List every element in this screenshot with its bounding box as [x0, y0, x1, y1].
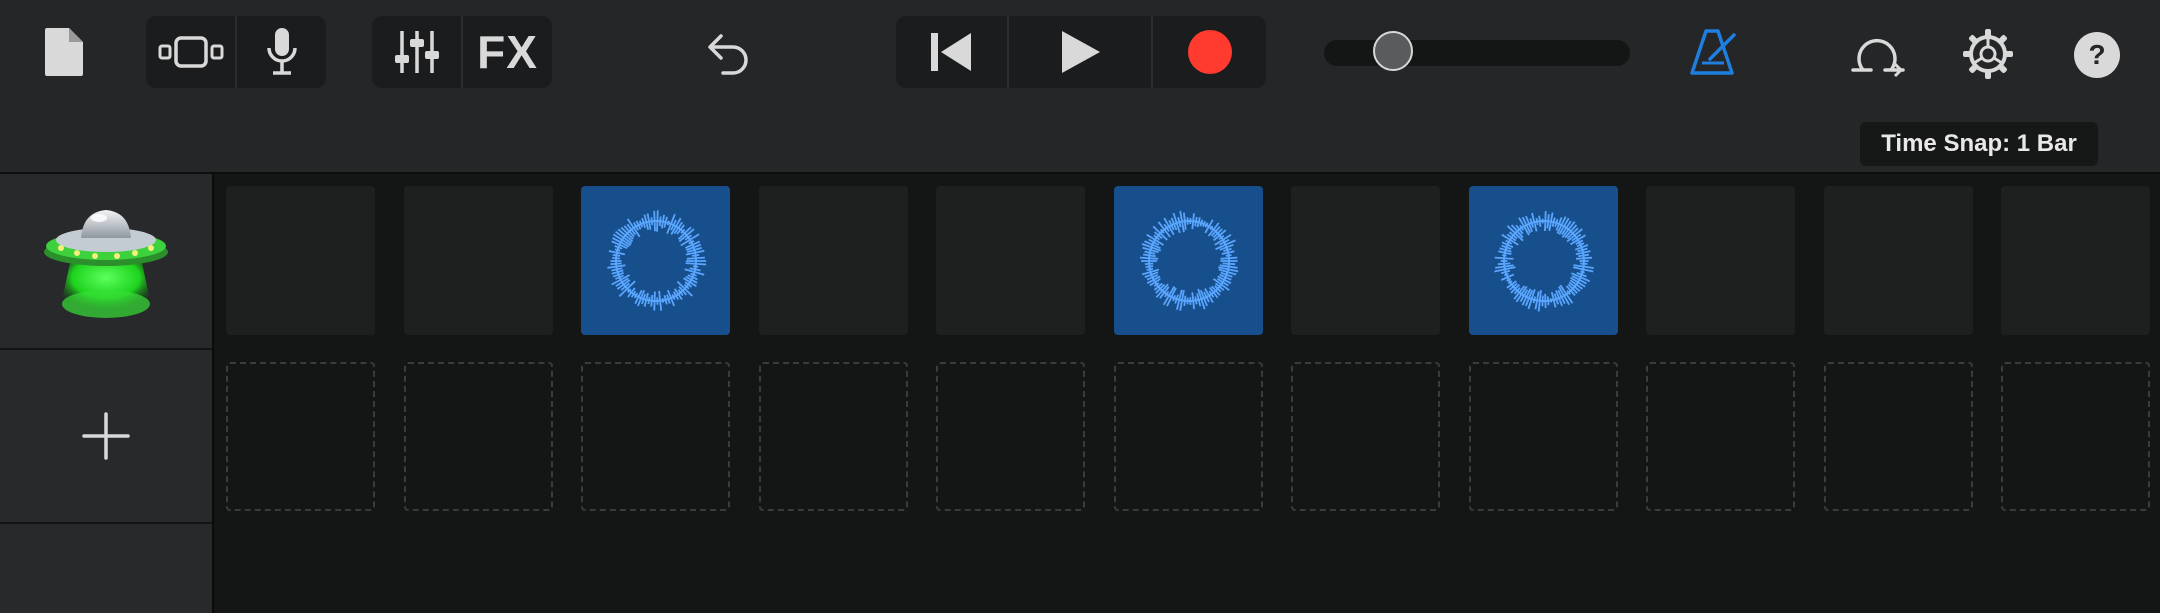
track-column-divider — [212, 174, 214, 613]
empty-slot[interactable] — [226, 362, 375, 511]
loop-cell[interactable] — [1469, 186, 1618, 335]
view-mic-group — [146, 16, 326, 88]
add-track-button[interactable] — [0, 350, 212, 524]
ufo-icon — [44, 210, 168, 318]
play-icon — [1062, 31, 1101, 73]
track-header-ufo[interactable] — [0, 174, 212, 350]
empty-slot[interactable] — [1114, 362, 1263, 511]
mixer-button[interactable] — [372, 16, 463, 88]
empty-cell[interactable] — [936, 186, 1085, 335]
loop-cell[interactable] — [1114, 186, 1263, 335]
plus-icon — [82, 412, 130, 460]
microphone-button[interactable] — [237, 16, 326, 88]
loop-browser-button[interactable] — [1850, 26, 1906, 80]
my-songs-button[interactable] — [38, 24, 90, 80]
master-volume-thumb[interactable] — [1373, 31, 1413, 71]
empty-slot[interactable] — [1646, 362, 1795, 511]
microphone-icon — [266, 28, 297, 75]
empty-cell[interactable] — [404, 186, 553, 335]
time-snap-button[interactable]: Time Snap: 1 Bar — [1860, 122, 2098, 166]
gear-icon — [1963, 29, 2013, 79]
metronome-icon — [1690, 29, 1736, 75]
empty-cell[interactable] — [1824, 186, 1973, 335]
settings-button[interactable] — [1960, 26, 2016, 82]
svg-text:?: ? — [2088, 39, 2105, 70]
empty-slot[interactable] — [1824, 362, 1973, 511]
fx-label: FX — [477, 26, 538, 78]
fx-button[interactable]: FX — [463, 16, 552, 88]
empty-slot[interactable] — [1469, 362, 1618, 511]
empty-slot[interactable] — [404, 362, 553, 511]
loop-waveform-icon — [606, 209, 706, 311]
empty-cell[interactable] — [759, 186, 908, 335]
go-to-start-button[interactable] — [896, 16, 1009, 88]
mixer-fx-group: FX — [372, 16, 552, 88]
browser-view-button[interactable] — [146, 16, 237, 88]
empty-slot[interactable] — [2001, 362, 2150, 511]
loop-waveform-icon — [1139, 210, 1238, 311]
record-button[interactable] — [1153, 16, 1266, 88]
skip-back-icon — [931, 33, 972, 71]
loop-waveform-icon — [1493, 210, 1594, 312]
empty-cell[interactable] — [226, 186, 375, 335]
record-icon — [1187, 30, 1232, 74]
help-button[interactable]: ? — [2072, 30, 2122, 80]
empty-slot[interactable] — [936, 362, 1085, 511]
master-volume-slider[interactable] — [1324, 40, 1630, 66]
play-button[interactable] — [1009, 16, 1154, 88]
empty-slot[interactable] — [759, 362, 908, 511]
empty-slot[interactable] — [1291, 362, 1440, 511]
metronome-button[interactable] — [1686, 26, 1740, 78]
empty-cell[interactable] — [1646, 186, 1795, 335]
view-switch-icon — [158, 36, 223, 68]
empty-cell[interactable] — [1291, 186, 1440, 335]
empty-slot[interactable] — [581, 362, 730, 511]
document-icon — [45, 28, 83, 76]
empty-cell[interactable] — [2001, 186, 2150, 335]
sliders-icon — [394, 31, 439, 73]
undo-button[interactable] — [700, 26, 756, 82]
undo-icon — [708, 34, 748, 75]
transport-group — [896, 16, 1266, 88]
loop-icon — [1851, 39, 1905, 78]
loop-cell[interactable] — [581, 186, 730, 335]
help-icon: ? — [2074, 32, 2120, 78]
sub-toolbar — [0, 112, 2160, 172]
toolbar-divider — [0, 172, 2160, 174]
